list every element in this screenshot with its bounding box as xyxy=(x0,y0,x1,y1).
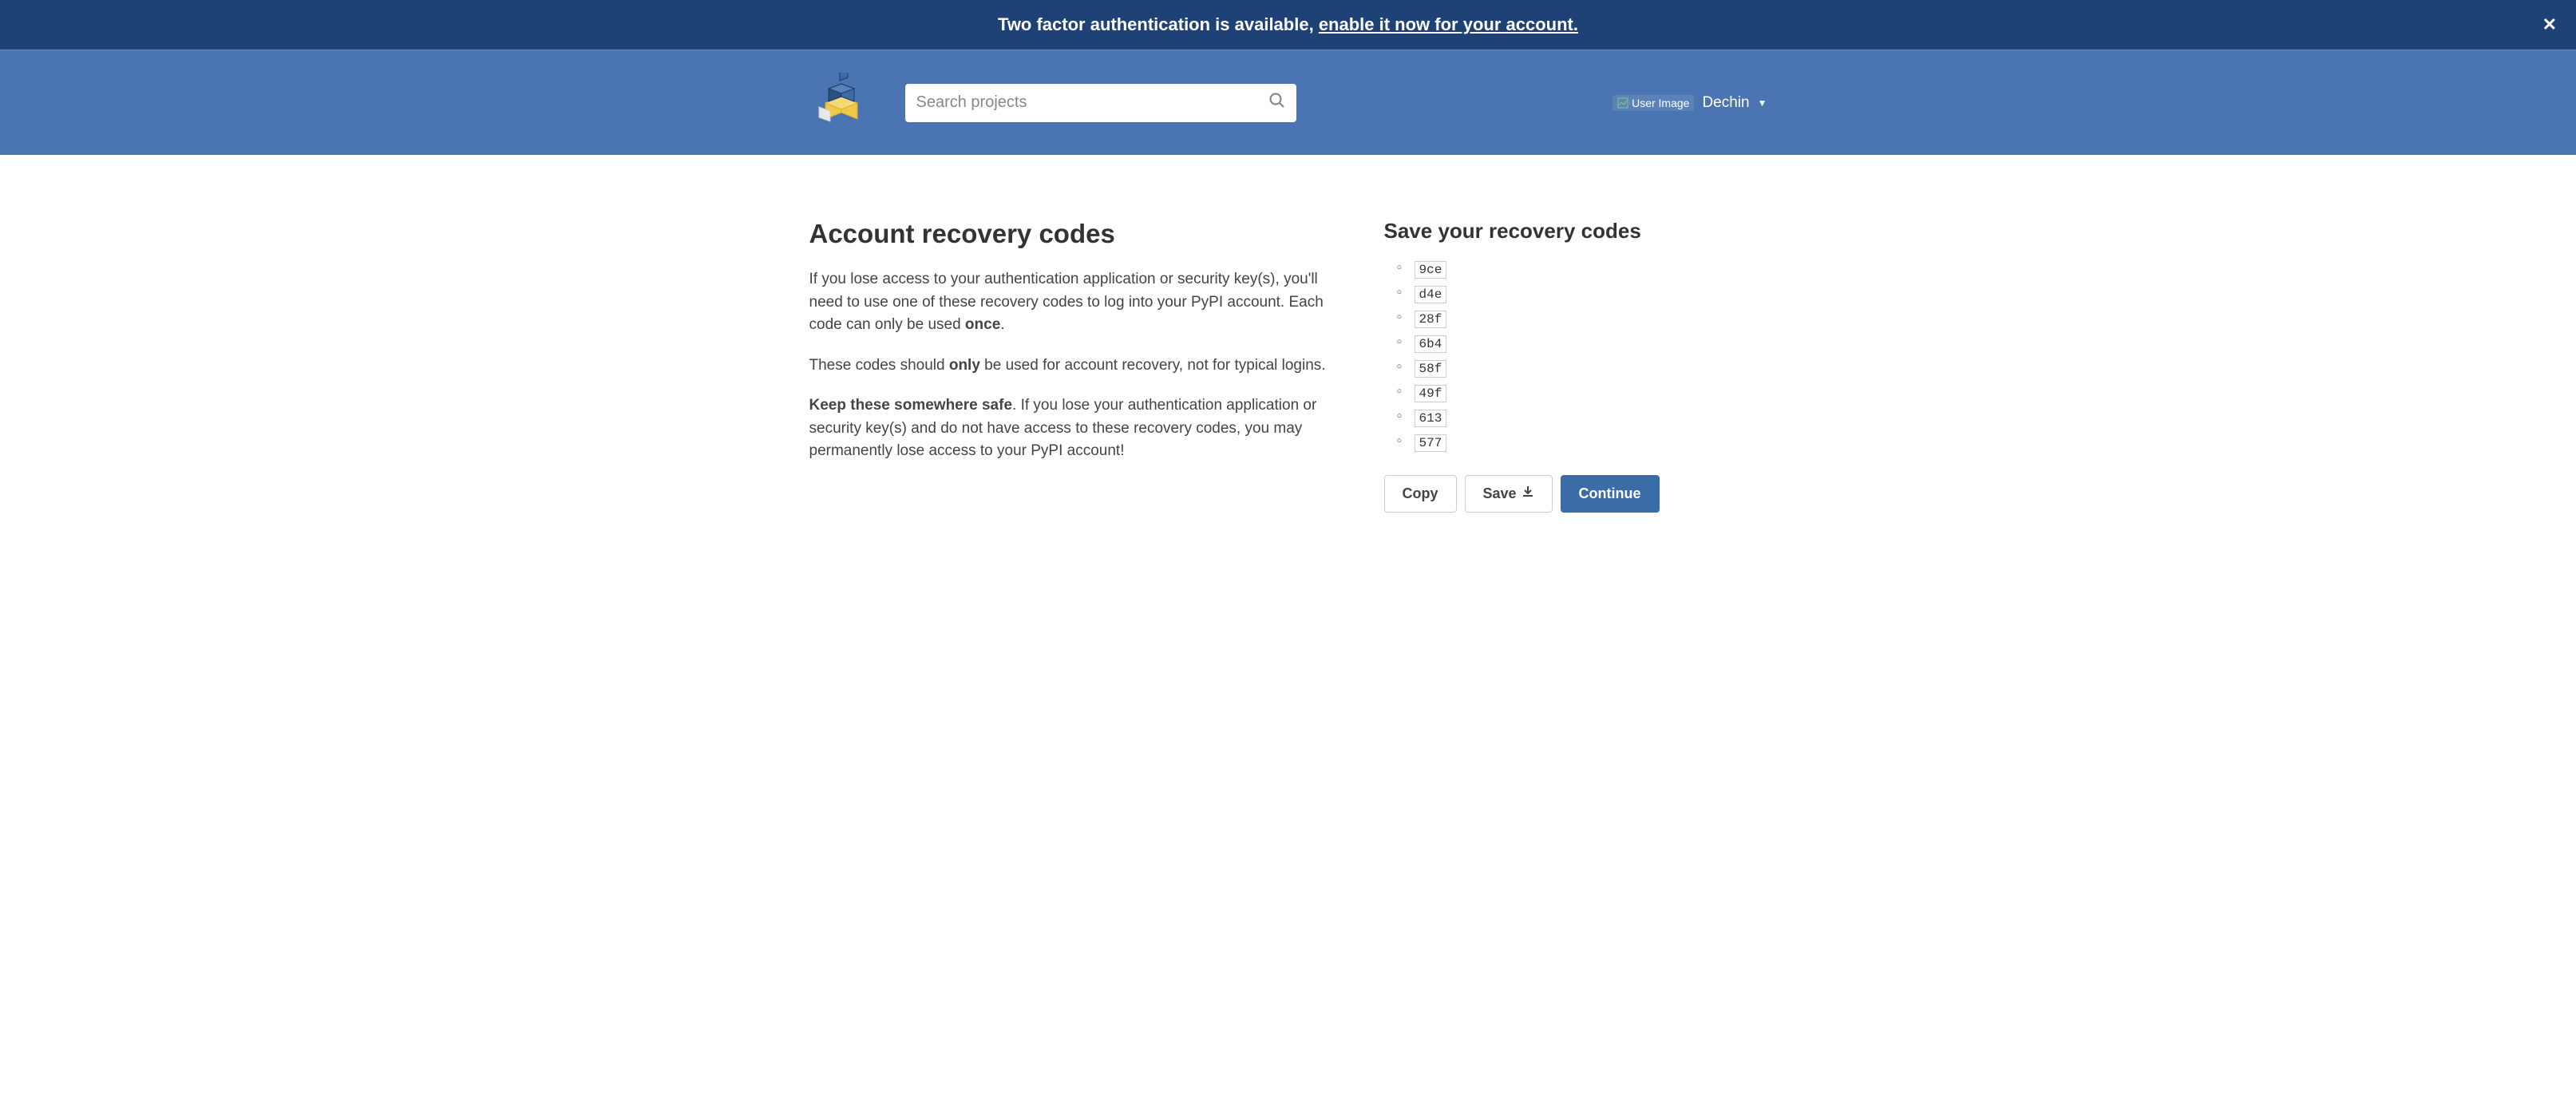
site-header: User Image Dechin ▼ xyxy=(0,50,2576,155)
close-icon[interactable]: ✕ xyxy=(2542,14,2557,35)
pypi-logo[interactable] xyxy=(809,73,873,133)
recovery-code-item: 49f xyxy=(1400,385,1767,406)
intro-paragraph-2: These codes should only be used for acco… xyxy=(809,355,1352,378)
intro-paragraph-3: Keep these somewhere safe. If you lose y… xyxy=(809,394,1352,463)
recovery-code: 6b4 xyxy=(1415,335,1446,353)
recovery-code: 577 xyxy=(1415,434,1446,452)
recovery-code: d4e xyxy=(1415,286,1446,303)
left-column: Account recovery codes If you lose acces… xyxy=(809,219,1352,513)
codes-title: Save your recovery codes xyxy=(1384,219,1767,244)
search-container xyxy=(905,84,1296,122)
recovery-code: 613 xyxy=(1415,410,1446,427)
recovery-code: 58f xyxy=(1415,360,1446,378)
recovery-codes-list: 9ce d4e 28f 6b4 58f 49f 613 577 xyxy=(1384,261,1767,456)
recovery-code-item: 9ce xyxy=(1400,261,1767,283)
user-menu[interactable]: User Image Dechin ▼ xyxy=(1612,94,1767,112)
recovery-code: 49f xyxy=(1415,385,1446,402)
username: Dechin xyxy=(1702,94,1749,112)
download-icon xyxy=(1521,485,1534,502)
banner-link[interactable]: enable it now for your account. xyxy=(1319,14,1578,34)
avatar: User Image xyxy=(1612,95,1694,111)
search-icon[interactable] xyxy=(1269,93,1285,113)
main-content: Account recovery codes If you lose acces… xyxy=(714,155,1863,545)
recovery-code-item: 613 xyxy=(1400,410,1767,431)
search-input[interactable] xyxy=(905,84,1296,122)
recovery-code-item: 6b4 xyxy=(1400,335,1767,357)
recovery-code-item: 28f xyxy=(1400,311,1767,332)
recovery-code-item: d4e xyxy=(1400,286,1767,307)
recovery-code-item: 577 xyxy=(1400,434,1767,456)
button-row: Copy Save Continue xyxy=(1384,475,1767,513)
recovery-code: 28f xyxy=(1415,311,1446,328)
banner-text: Two factor authentication is available, xyxy=(998,14,1319,34)
notification-banner: Two factor authentication is available, … xyxy=(0,0,2576,50)
right-column: Save your recovery codes 9ce d4e 28f 6b4… xyxy=(1384,219,1767,513)
copy-button[interactable]: Copy xyxy=(1384,475,1457,513)
save-button[interactable]: Save xyxy=(1465,475,1553,513)
chevron-down-icon: ▼ xyxy=(1758,97,1767,109)
recovery-code: 9ce xyxy=(1415,261,1446,279)
intro-paragraph-1: If you lose access to your authenticatio… xyxy=(809,268,1352,337)
page-title: Account recovery codes xyxy=(809,219,1352,249)
recovery-code-item: 58f xyxy=(1400,360,1767,382)
continue-button[interactable]: Continue xyxy=(1561,475,1660,513)
